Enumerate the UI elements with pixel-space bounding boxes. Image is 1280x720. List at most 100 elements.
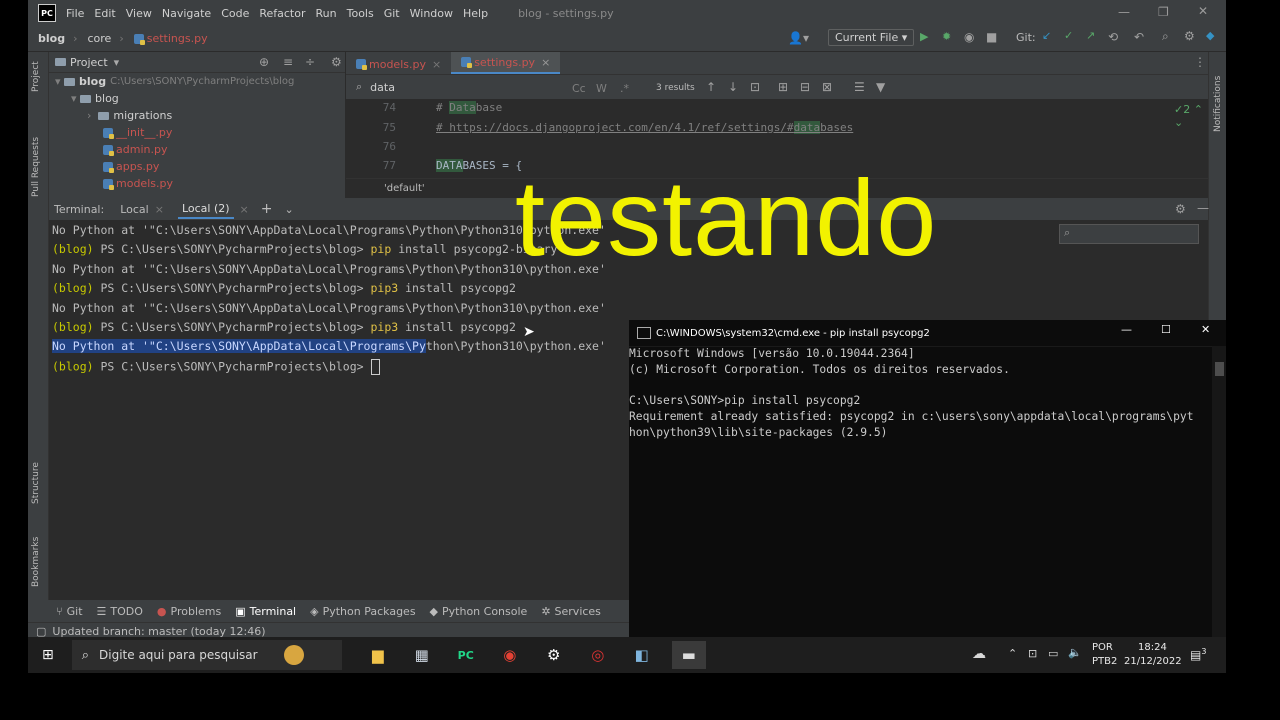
close-icon[interactable]: ✕ [1198,4,1208,18]
tree-row-apps[interactable]: apps.py [49,158,345,175]
clock-time[interactable]: 18:24 [1138,642,1167,653]
close-tab-icon[interactable]: × [541,56,550,69]
more-tabs-icon[interactable]: ⋮ [1194,55,1206,69]
network-icon[interactable]: ⊡ [1028,647,1037,660]
remove-occurrence-icon[interactable]: ⊟ [800,80,810,94]
debug-icon[interactable]: ✹ [942,30,951,43]
next-match-icon[interactable]: ↓ [728,80,738,94]
filter-icon[interactable]: ▼ [876,80,885,94]
maximize-icon[interactable]: ☐ [1161,323,1171,336]
store-icon[interactable]: ▦ [408,641,436,669]
breadcrumb-core[interactable]: core [87,32,111,45]
cmd-scroll-thumb[interactable] [1215,362,1224,376]
weather-icon[interactable] [283,645,304,665]
history-icon[interactable]: ⟲ [1108,30,1118,44]
git-commit-icon[interactable]: ✓ [1064,29,1073,42]
project-tool-label[interactable]: Project [31,61,41,92]
git-update-icon[interactable]: ↙ [1042,29,1051,42]
language-indicator[interactable]: POR [1092,642,1113,653]
windows-start-icon[interactable]: ⊞ [42,647,54,663]
select-all-occurrences-icon[interactable]: ⊠ [822,80,832,94]
match-case-toggle[interactable]: Cc [572,82,586,95]
run-icon[interactable]: ▶ [920,30,928,43]
tool-services[interactable]: ✲ Services [541,605,601,618]
tool-todo[interactable]: ☰ TODO [97,605,143,618]
settings-gear-icon[interactable]: ⚙ [1184,29,1195,43]
menu-edit[interactable]: Edit [94,7,115,20]
problems-indicator[interactable]: ✓2 ⌃ ⌄ [1174,103,1208,129]
tool-python-console[interactable]: ◆ Python Console [430,605,528,618]
tree-row-admin[interactable]: admin.py [49,141,345,158]
close-tab-icon[interactable]: × [432,58,441,71]
filter-results-icon[interactable]: ☰ [854,80,865,94]
search-icon[interactable]: ⌕ [1162,29,1169,44]
notepad-icon[interactable]: ◧ [628,641,656,669]
volume-icon[interactable]: 🔈 [1068,646,1082,659]
coverage-icon[interactable]: ◉ [964,30,974,44]
editor-breadcrumb[interactable]: 'default' [384,183,425,194]
tree-row-root[interactable]: ▾ blog C:\Users\SONY\PycharmProjects\blo… [49,73,345,90]
expand-all-icon[interactable]: ≡ [283,55,293,69]
menu-file[interactable]: File [66,7,84,20]
restore-icon[interactable]: ❐ [1158,5,1169,19]
notifications-tool-label[interactable]: Notifications [1213,76,1223,132]
project-panel-title[interactable]: Project [70,56,108,69]
keyboard-layout[interactable]: PTB2 [1092,656,1117,667]
breadcrumb-blog[interactable]: blog [38,32,65,45]
git-push-icon[interactable]: ↗ [1086,29,1095,42]
stop-icon[interactable]: ■ [986,30,997,44]
new-terminal-icon[interactable]: + [261,201,273,217]
match-word-toggle[interactable]: W [596,82,607,95]
notification-center-icon[interactable]: ▤3 [1190,647,1206,662]
terminal-tab-local[interactable]: Local [120,203,149,216]
menu-refactor[interactable]: Refactor [259,7,305,20]
add-occurrence-icon[interactable]: ⊞ [778,80,788,94]
settings-icon[interactable]: ⚙ [540,641,568,669]
menu-help[interactable]: Help [463,7,488,20]
bookmarks-tool-label[interactable]: Bookmarks [31,537,41,587]
menu-tools[interactable]: Tools [347,7,374,20]
rollback-icon[interactable]: ↶ [1134,30,1144,44]
collapse-all-icon[interactable]: ÷ [305,55,315,69]
find-input[interactable]: data [370,81,395,94]
terminal-prompt-line[interactable]: (blog) PS C:\Users\SONY\PycharmProjects\… [52,359,380,375]
menu-code[interactable]: Code [221,7,249,20]
tree-row-models[interactable]: models.py [49,175,345,192]
tool-problems[interactable]: ● Problems [157,605,221,618]
hide-panel-icon[interactable]: — [1197,201,1209,215]
tab-models[interactable]: models.py × [346,54,451,74]
status-toggle-icon[interactable]: ▢ [36,625,46,638]
close-icon[interactable]: ✕ [1201,323,1210,336]
user-icon[interactable]: 👤▾ [788,31,809,45]
terminal-settings-icon[interactable]: ⚙ [1175,202,1186,216]
run-config-select[interactable]: Current File ▾ [828,29,915,46]
file-explorer-icon[interactable]: ▆ [364,641,392,669]
tab-settings[interactable]: settings.py × [451,52,561,74]
panel-settings-icon[interactable]: ⚙ [331,55,342,69]
tree-row-blog[interactable]: ▾ blog [49,90,345,107]
cmd-taskbar-icon[interactable]: ▬ [671,641,706,669]
menu-view[interactable]: View [126,7,152,20]
menu-run[interactable]: Run [316,7,337,20]
cmd-scrollbar[interactable] [1212,346,1226,637]
chevron-down-icon[interactable]: ▾ [114,56,120,69]
structure-tool-label[interactable]: Structure [31,462,41,504]
chevron-up-icon[interactable]: ⌃ [1008,647,1017,660]
chrome-icon[interactable]: ◉ [496,641,524,669]
chevron-down-icon[interactable]: ⌄ [284,203,293,216]
pull-requests-tool-label[interactable]: Pull Requests [31,137,41,197]
tree-row-init[interactable]: __init__.py [49,124,345,141]
menu-navigate[interactable]: Navigate [162,7,211,20]
clock-date[interactable]: 21/12/2022 [1124,656,1182,667]
menu-git[interactable]: Git [384,7,400,20]
minimize-icon[interactable]: — [1121,323,1132,336]
taskbar-search-box[interactable]: ⌕ Digite aqui para pesquisar [71,640,342,670]
close-tab-icon[interactable]: × [240,203,249,216]
terminal-search-input[interactable]: ⌕ [1059,224,1199,244]
close-tab-icon[interactable]: × [155,203,164,216]
locate-icon[interactable]: ⊕ [259,55,269,69]
terminal-tab-local-2[interactable]: Local (2) [177,200,234,219]
find-in-window-icon[interactable]: ⊡ [750,80,760,94]
tool-python-packages[interactable]: ◈ Python Packages [310,605,415,618]
display-icon[interactable]: ▭ [1048,647,1058,660]
